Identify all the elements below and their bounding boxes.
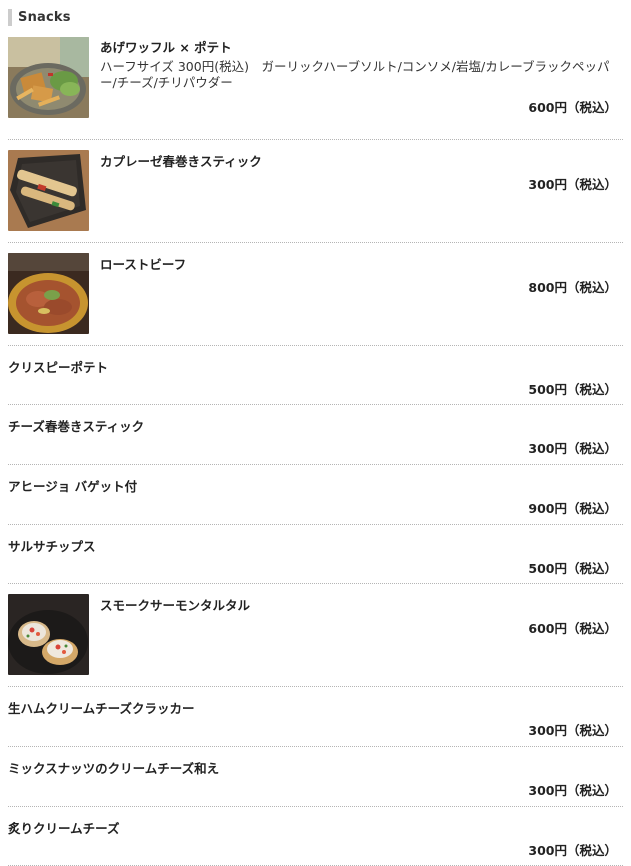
item-name: 炙りクリームチーズ [8,821,120,836]
section-header: Snacks [8,8,623,27]
caprese-spring-roll-photo [8,150,89,231]
item-name: あげワッフル × ポテト [100,40,232,55]
smoked-salmon-tartare-photo [8,594,89,675]
item-name: クリスピーポテト [8,360,109,375]
menu-item: ローストビーフ 800円（税込） [8,243,623,346]
menu-item: カプレーゼ春巻きスティック 300円（税込） [8,140,623,243]
section-accent-bar [8,9,12,26]
item-price: 500円（税込） [528,382,617,397]
item-price: 300円（税込） [528,441,617,456]
item-price: 300円（税込） [528,177,617,192]
item-price: 900円（税込） [528,501,617,516]
menu-item: チーズ春巻きスティック 300円（税込） [8,405,623,465]
item-name: チーズ春巻きスティック [8,419,145,434]
item-name: カプレーゼ春巻きスティック [100,154,262,169]
menu-list: あげワッフル × ポテト ハーフサイズ 300円(税込) ガーリックハーブソルト… [8,37,623,866]
menu-item: クリスピーポテト 500円（税込） [8,346,623,405]
waffle-potato-photo [8,37,89,118]
menu-item: サルサチップス 500円（税込） [8,525,623,584]
item-name: サルサチップス [8,539,96,554]
menu-item: アヒージョ バゲット付 900円（税込） [8,465,623,525]
roast-beef-photo [8,253,89,334]
item-name: スモークサーモンタルタル [100,598,251,613]
item-name: アヒージョ バゲット付 [8,479,138,494]
menu-item: 炙りクリームチーズ 300円（税込） [8,807,623,866]
item-price: 500円（税込） [528,561,617,576]
item-price: 300円（税込） [528,843,617,858]
menu-item: ミックスナッツのクリームチーズ和え 300円（税込） [8,747,623,807]
item-price: 300円（税込） [528,723,617,738]
item-name: ローストビーフ [100,257,187,272]
item-price: 600円（税込） [528,621,617,636]
item-price: 300円（税込） [528,783,617,798]
menu-item: スモークサーモンタルタル 600円（税込） [8,584,623,687]
item-price: 600円（税込） [528,100,617,115]
item-name: 生ハムクリームチーズクラッカー [8,701,195,716]
menu-item: あげワッフル × ポテト ハーフサイズ 300円(税込) ガーリックハーブソルト… [8,37,623,140]
section-title: Snacks [18,10,71,25]
item-name: ミックスナッツのクリームチーズ和え [8,761,220,776]
item-price: 800円（税込） [528,280,617,295]
menu-item: 生ハムクリームチーズクラッカー 300円（税込） [8,687,623,747]
item-description: ハーフサイズ 300円(税込) ガーリックハーブソルト/コンソメ/岩塩/カレーブ… [100,59,610,90]
menu-page: Snacks あげワッフル × ポテト ハーフサイズ 300円(税込) ガーリッ… [0,0,631,866]
